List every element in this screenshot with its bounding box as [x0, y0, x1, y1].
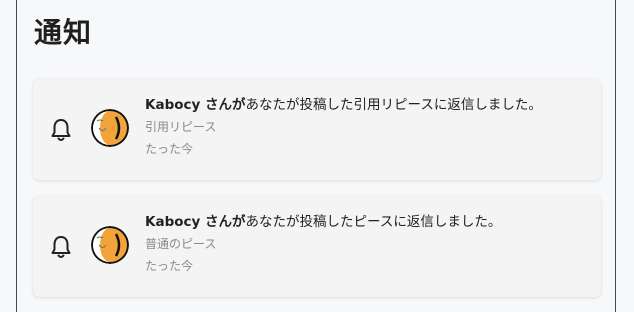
- actor-name[interactable]: Kabocy さんが: [145, 214, 246, 230]
- actor-name[interactable]: Kabocy さんが: [145, 97, 246, 113]
- message-text: あなたが投稿した引用リピースに返信しました。: [245, 97, 542, 113]
- notification-type: 普通のピース: [145, 237, 217, 251]
- notification-message: Kabocy さんがあなたが投稿した引用リピースに返信しました。: [145, 96, 595, 114]
- page-title: 通知: [34, 16, 93, 49]
- notification-time: たった今: [145, 142, 194, 156]
- notification-type: 引用リピース: [145, 120, 217, 134]
- avatar[interactable]: [91, 109, 129, 147]
- notification-time: たった今: [145, 259, 194, 273]
- notification-card[interactable]: Kabocy さんがあなたが投稿したピースに返信しました。 普通のピース たった…: [33, 196, 601, 297]
- notification-card[interactable]: Kabocy さんがあなたが投稿した引用リピースに返信しました。 引用リピース …: [33, 79, 601, 180]
- notification-message: Kabocy さんがあなたが投稿したピースに返信しました。: [145, 213, 595, 231]
- avatar[interactable]: [91, 226, 129, 264]
- bell-icon: [51, 119, 71, 141]
- message-text: あなたが投稿したピースに返信しました。: [245, 214, 502, 230]
- notifications-page: 通知 Kabocy さんがあなたが投稿した引用リピースに返信しました。 引用リピ…: [16, 0, 616, 312]
- bell-icon: [51, 236, 71, 258]
